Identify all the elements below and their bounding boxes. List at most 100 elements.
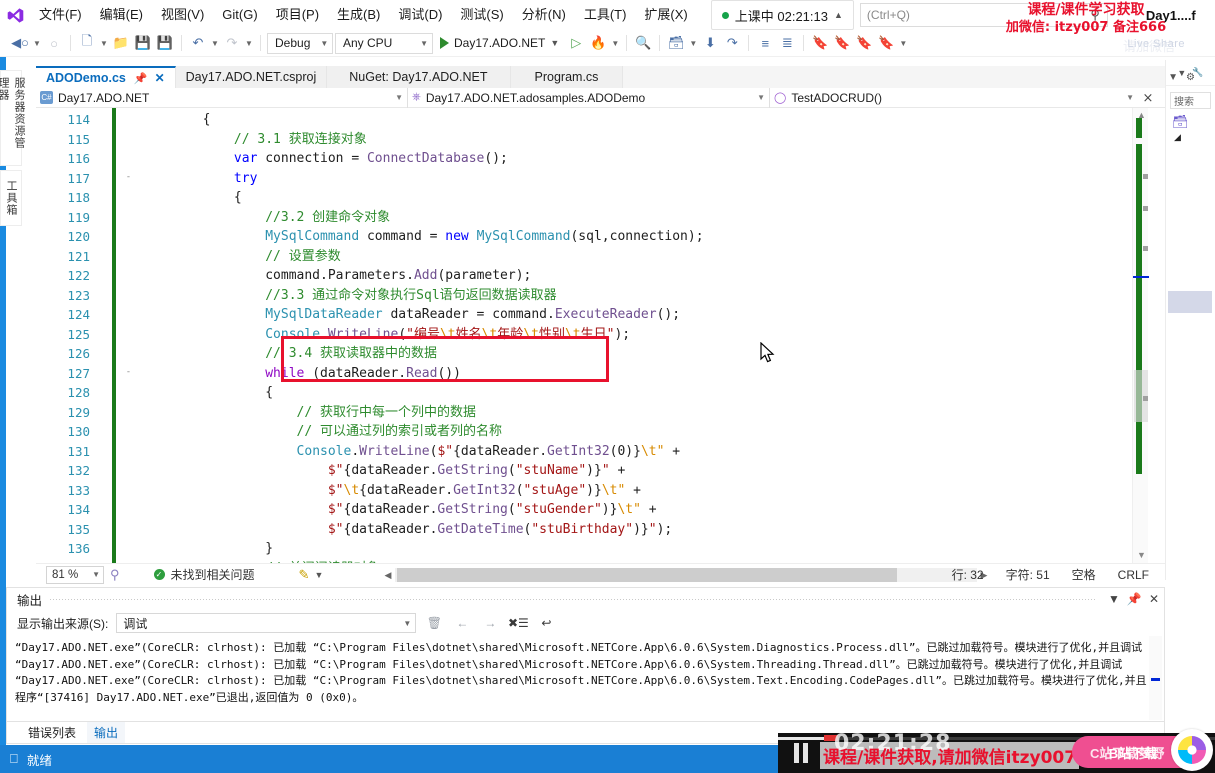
code-line[interactable]: // 设置参数	[140, 247, 1140, 267]
output-vertical-scrollbar[interactable]	[1149, 636, 1162, 720]
tab-output[interactable]: 输出	[87, 722, 125, 743]
line-ending-indicator[interactable]: CRLF	[1118, 568, 1149, 582]
select-element-icon[interactable]: 🔍	[633, 32, 653, 54]
close-icon[interactable]: ✕	[155, 71, 165, 85]
live-share-status-pill[interactable]: 上课中 02:21:13 ▲	[711, 0, 854, 30]
pause-button[interactable]	[794, 743, 808, 763]
menu-debug[interactable]: 调试(D)	[389, 0, 451, 30]
expander-icon[interactable]: ◢	[1174, 132, 1215, 143]
menu-build[interactable]: 生成(B)	[328, 0, 389, 30]
bookmark-caret-icon[interactable]: ▼	[898, 32, 908, 54]
undo-icon[interactable]: ↶	[188, 32, 208, 54]
solution-search-input[interactable]: 搜索	[1170, 92, 1211, 109]
chevron-down-icon[interactable]: ▼	[550, 38, 559, 48]
redo-icon[interactable]: ↷	[222, 32, 242, 54]
goto-prev-icon[interactable]: ←	[452, 613, 472, 633]
code-line[interactable]: // 可以通过列的索引或者列的名称	[140, 422, 1140, 442]
code-folding-column[interactable]: --	[122, 108, 136, 563]
code-line[interactable]: $"{dataReader.GetString("stuName")}" +	[140, 461, 1140, 481]
gear-icon[interactable]: ⚙	[1186, 72, 1195, 83]
tab-nuget[interactable]: NuGet: Day17.ADO.NET	[327, 66, 510, 88]
tab-adodemo-cs[interactable]: ADODemo.cs 📌 ✕	[36, 66, 176, 88]
code-line[interactable]: $"\t{dataReader.GetInt32("stuAge")}\t" +	[140, 481, 1140, 501]
solution-explorer-icon[interactable]: 🗃	[1172, 114, 1215, 130]
back-dropdown-caret-icon[interactable]: ▼	[32, 32, 42, 54]
zoom-level-combo[interactable]: 81 % ▼	[46, 566, 104, 584]
code-line[interactable]: MySqlCommand command = new MySqlCommand(…	[140, 227, 1140, 247]
navbar-project-combo[interactable]: C# Day17.ADO.NET ▼	[36, 88, 408, 108]
close-icon[interactable]: ✕	[1144, 592, 1164, 606]
undo-caret-icon[interactable]: ▼	[210, 32, 220, 54]
hot-reload-caret-icon[interactable]: ▼	[610, 32, 620, 54]
code-line[interactable]: Console.WriteLine($"{dataReader.GetInt32…	[140, 442, 1140, 462]
code-line[interactable]: {	[140, 188, 1140, 208]
new-item-icon[interactable]: 🗋	[77, 32, 97, 54]
solution-configuration-combo[interactable]: Debug ▼	[267, 33, 333, 54]
scroll-down-arrow-icon[interactable]: ▼	[1137, 550, 1146, 560]
tab-csproj[interactable]: Day17.ADO.NET.csproj	[176, 66, 328, 88]
chevron-down-icon[interactable]: ▼	[1118, 93, 1134, 102]
navigate-forward-icon[interactable]: ○	[44, 32, 64, 54]
issue-status[interactable]: ✓ 未找到相关问题	[154, 566, 255, 583]
code-line[interactable]: try	[140, 169, 1140, 189]
tab-error-list[interactable]: 错误列表	[21, 722, 83, 743]
menu-project[interactable]: 项目(P)	[267, 0, 328, 30]
code-line[interactable]: while (dataReader.Read())	[140, 364, 1140, 384]
code-editor[interactable]: 1141151161171181191201211221231241251261…	[36, 108, 1165, 563]
chevron-down-icon[interactable]: ▼	[387, 93, 403, 102]
menu-tools[interactable]: 工具(T)	[575, 0, 636, 30]
scroll-left-arrow-icon[interactable]: ◀	[381, 568, 395, 582]
word-wrap-icon[interactable]: ↩	[536, 613, 556, 633]
code-line[interactable]: // 3.1 获取连接对象	[140, 130, 1140, 150]
outdent-icon[interactable]: ≣	[777, 32, 797, 54]
window-layout-icon[interactable]: 🗃	[666, 32, 686, 54]
chevron-down-icon[interactable]: ▼	[403, 619, 411, 628]
output-source-combo[interactable]: 调试 ▼	[116, 613, 416, 633]
indentation-indicator[interactable]: 空格	[1072, 566, 1096, 583]
code-line[interactable]: command.Parameters.Add(parameter);	[140, 266, 1140, 286]
chevron-down-icon[interactable]: ▼	[92, 570, 100, 579]
output-scroll-thumb[interactable]	[1151, 678, 1160, 681]
save-icon[interactable]: 💾	[133, 32, 153, 54]
menu-edit[interactable]: 编辑(E)	[91, 0, 152, 30]
navbar-member-combo[interactable]: ◯ TestADOCRUD() ▼	[770, 88, 1138, 108]
fold-toggle-icon[interactable]: -	[124, 368, 133, 377]
code-line[interactable]: $"{dataReader.GetDateTime("stuBirthday")…	[140, 520, 1140, 540]
code-line[interactable]: //3.3 通过命令对象执行Sql语句返回数据读取器	[140, 286, 1140, 306]
solution-explorer-pane[interactable]: ▼ 🔧 搜索 🗃 ◢	[1165, 60, 1215, 580]
code-line[interactable]: }	[140, 539, 1140, 559]
bookmark-prev-icon[interactable]: 🔖	[832, 32, 852, 54]
code-line[interactable]: //3.2 创建命令对象	[140, 208, 1140, 228]
code-line[interactable]: {	[140, 110, 1140, 130]
pen-icon[interactable]: ✎	[299, 567, 310, 583]
menu-git[interactable]: Git(G)	[213, 0, 266, 30]
editor-vertical-scrollbar[interactable]: ▲ ▼	[1132, 108, 1148, 563]
code-line[interactable]: {	[140, 383, 1140, 403]
search-icon[interactable]: ⚲	[1090, 7, 1100, 23]
fold-toggle-icon[interactable]: -	[124, 173, 133, 182]
hot-reload-icon[interactable]: 🔥	[588, 32, 608, 54]
selected-row-highlight[interactable]	[1168, 291, 1212, 313]
navbar-namespace-combo[interactable]: ⎈ Day17.ADO.NET.adosamples.ADODemo ▼	[408, 88, 770, 108]
magnifier-icon[interactable]: ⚲	[110, 567, 120, 583]
sidebar-item-toolbox[interactable]: 工具箱	[0, 170, 22, 226]
new-item-caret-icon[interactable]: ▼	[99, 32, 109, 54]
output-text-area[interactable]: “Day17.ADO.NET.exe”(CoreCLR: clrhost): 已…	[15, 640, 1150, 718]
menu-file[interactable]: 文件(F)	[30, 0, 91, 30]
step-into-icon[interactable]: ⬇	[700, 32, 720, 54]
pin-icon[interactable]: 📌	[134, 72, 148, 85]
tab-program-cs[interactable]: Program.cs	[511, 66, 624, 88]
redo-caret-icon[interactable]: ▼	[244, 32, 254, 54]
goto-next-icon[interactable]: →	[480, 613, 500, 633]
chevron-down-icon[interactable]: ▼	[314, 570, 323, 580]
indent-icon[interactable]: ≡	[755, 32, 775, 54]
layout-caret-icon[interactable]: ▼	[688, 32, 698, 54]
start-debug-button[interactable]: Day17.ADO.NET ▼	[435, 32, 564, 54]
clear-output-icon[interactable]: 🗑	[424, 613, 444, 633]
code-line[interactable]: var connection = ConnectDatabase();	[140, 149, 1140, 169]
chevron-down-icon[interactable]: ▼	[1104, 592, 1124, 606]
bookmark-clear-icon[interactable]: 🔖	[876, 32, 896, 54]
chevron-up-icon[interactable]: ▲	[834, 10, 843, 20]
split-view-icon[interactable]: ⨯	[1138, 90, 1158, 106]
solution-platform-combo[interactable]: Any CPU ▼	[335, 33, 433, 54]
